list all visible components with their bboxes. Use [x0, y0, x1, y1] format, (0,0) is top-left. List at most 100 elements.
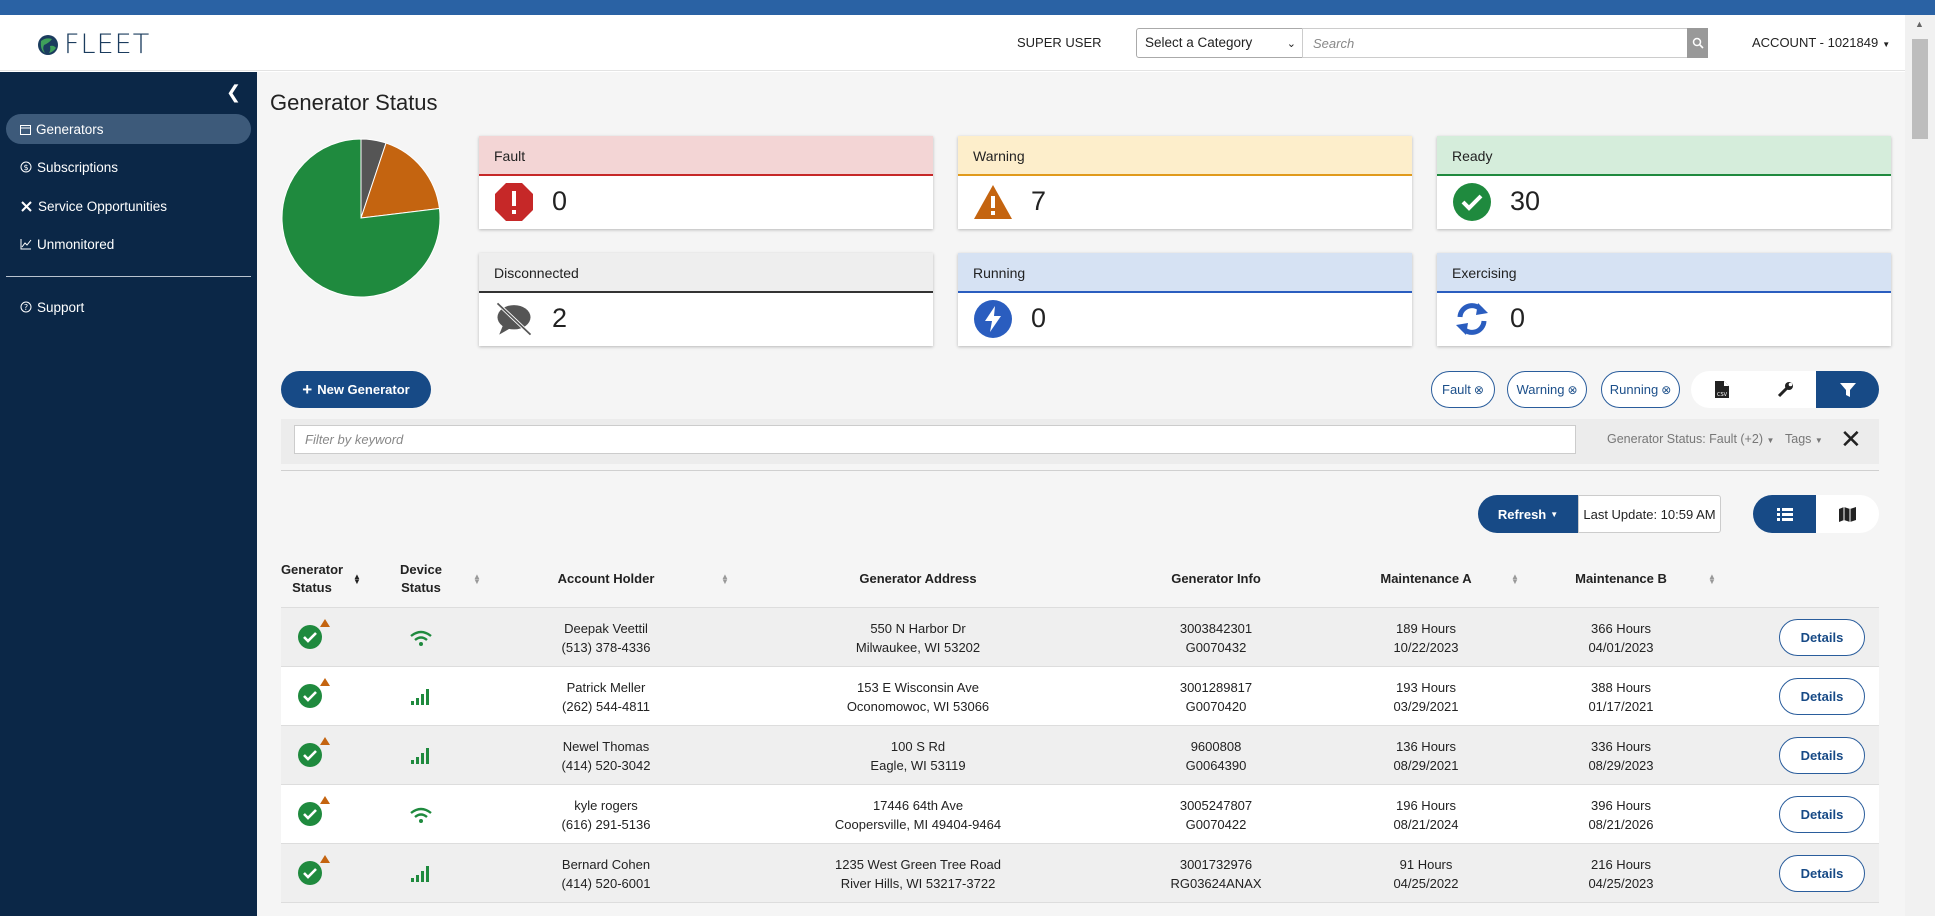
column-header-maintenance-a[interactable]: Maintenance A: [1371, 549, 1481, 608]
status-card-running[interactable]: Running 0: [958, 253, 1412, 346]
generator-status-indicator: [298, 855, 330, 888]
maintenance-b-hours: 336 Hours: [1591, 738, 1651, 754]
page-scrollbar[interactable]: ▲: [1905, 15, 1935, 916]
sidebar-item-subscriptions[interactable]: $ Subscriptions: [6, 152, 251, 182]
close-circle-icon[interactable]: ⊗: [1474, 383, 1484, 397]
category-select[interactable]: Select a Category ⌄: [1136, 28, 1303, 58]
address-line2: Oconomowoc, WI 53066: [846, 698, 990, 714]
filter-chip-warning[interactable]: Warning ⊗: [1507, 371, 1587, 408]
filter-chip-fault[interactable]: Fault ⊗: [1431, 371, 1495, 408]
sort-asc-icon[interactable]: ▲ ▼: [353, 573, 361, 586]
status-card-fault[interactable]: Fault 0: [479, 136, 933, 229]
sync-arrows-icon: [1452, 299, 1492, 339]
status-card-warning[interactable]: Warning 7: [958, 136, 1412, 229]
sort-icon[interactable]: ▲ ▼: [1708, 573, 1716, 586]
list-view-button[interactable]: [1753, 495, 1816, 533]
sort-icon[interactable]: ▲ ▼: [721, 573, 729, 586]
holder-name: kyle rogers: [574, 797, 638, 813]
export-csv-button[interactable]: CSV: [1691, 371, 1754, 408]
wrench-button[interactable]: [1754, 371, 1817, 408]
maintenance-b-hours: 216 Hours: [1591, 856, 1651, 872]
csv-file-icon: CSV: [1715, 381, 1730, 398]
search-icon: [1692, 37, 1704, 49]
generator-serial: 3005247807: [1179, 797, 1253, 813]
sort-icon[interactable]: ▲ ▼: [1511, 573, 1519, 586]
table-row: Deepak Veettil (513) 378-4336 550 N Harbor…: [281, 608, 1879, 667]
sidebar: ❮ Generators $ Subscriptions Service Opp…: [0, 72, 257, 916]
last-update-text: Last Update: 10:59 AM: [1578, 495, 1721, 533]
refresh-button[interactable]: Refresh ▼: [1478, 495, 1578, 533]
divider: [281, 470, 1879, 471]
caret-down-icon: ▼: [1550, 509, 1559, 519]
map-view-button[interactable]: [1816, 495, 1879, 533]
search-button[interactable]: [1687, 28, 1708, 58]
card-value: 2: [552, 303, 568, 333]
table-header: Generator Status ▲ ▼ Device Status ▲ ▼ Acc…: [281, 549, 1879, 608]
details-button[interactable]: Details: [1779, 678, 1865, 715]
keyword-filter-input[interactable]: Filter by keyword: [294, 425, 1576, 454]
svg-text:$: $: [23, 163, 28, 172]
account-menu[interactable]: ACCOUNT - 1021849 ▼: [1752, 35, 1890, 50]
details-button[interactable]: Details: [1779, 619, 1865, 656]
sidebar-item-generators[interactable]: Generators: [6, 114, 251, 144]
table-row: Bernard Cohen (414) 520-6001 1235 West Gre…: [281, 844, 1879, 903]
list-icon: [1776, 507, 1793, 521]
maintenance-b-date: 08/29/2023: [1588, 757, 1654, 773]
address-line2: Coopersville, MI 49404-9464: [834, 816, 1002, 832]
device-status-cell: [379, 608, 463, 667]
status-card-disconnected[interactable]: Disconnected 2: [479, 253, 933, 346]
details-button[interactable]: Details: [1779, 855, 1865, 892]
sidebar-item-label: Unmonitored: [37, 236, 115, 252]
header-label: Generator: [280, 561, 344, 577]
details-button[interactable]: Details: [1779, 737, 1865, 774]
chip-label: Warning: [1516, 382, 1565, 397]
card-title: Running: [958, 253, 1412, 293]
sort-icon[interactable]: ▲ ▼: [473, 573, 481, 586]
filter-toggle-button[interactable]: [1816, 371, 1879, 408]
generator-serial: 3001732976: [1179, 856, 1253, 872]
sidebar-item-support[interactable]: ? Support: [6, 292, 251, 322]
generator-status-filter-dropdown[interactable]: Generator Status: Fault (+2) ▼: [1607, 432, 1774, 446]
filter-bar: Filter by keyword Generator Status: Faul…: [281, 419, 1879, 464]
maintenance-a-hours: 193 Hours: [1396, 679, 1456, 695]
close-circle-icon[interactable]: ⊗: [1661, 383, 1671, 397]
sidebar-item-service-opportunities[interactable]: Service Opportunities: [6, 191, 251, 221]
status-card-exercising[interactable]: Exercising 0: [1437, 253, 1891, 346]
close-circle-icon[interactable]: ⊗: [1567, 383, 1577, 397]
maintenance-a-date: 08/29/2021: [1393, 757, 1459, 773]
column-header-maintenance-b[interactable]: Maintenance B: [1566, 549, 1676, 608]
tags-filter-dropdown[interactable]: Tags ▼: [1785, 432, 1823, 446]
sidebar-item-label: Service Opportunities: [38, 198, 168, 214]
status-card-ready[interactable]: Ready 30: [1437, 136, 1891, 229]
cellular-signal-icon: [411, 747, 429, 764]
scrollbar-thumb[interactable]: [1912, 39, 1928, 139]
sidebar-item-unmonitored[interactable]: Unmonitored: [6, 229, 251, 259]
scroll-up-arrow[interactable]: ▲: [1915, 19, 1924, 29]
column-header-device-status[interactable]: Device Status: [379, 549, 463, 608]
new-generator-button[interactable]: + New Generator: [281, 371, 431, 408]
tags-filter-label: Tags: [1785, 432, 1812, 446]
column-header-account-holder[interactable]: Account Holder: [551, 549, 661, 608]
comment-slash-icon: [494, 299, 534, 339]
account-holder-cell: Bernard Cohen (414) 520-6001: [516, 844, 696, 903]
maintenance-a-hours: 91 Hours: [1399, 856, 1453, 872]
close-filter-icon[interactable]: ✕: [1840, 424, 1862, 455]
card-title: Exercising: [1437, 253, 1891, 293]
fleet-logo[interactable]: FLEET: [36, 29, 150, 60]
column-header-generator-status[interactable]: Generator Status: [281, 549, 343, 608]
cellular-signal-icon: [411, 865, 429, 882]
collapse-sidebar-icon[interactable]: ❮: [226, 82, 241, 103]
card-value: 30: [1510, 186, 1541, 216]
filter-chip-running[interactable]: Running ⊗: [1601, 371, 1680, 408]
table-row: Patrick Meller (262) 544-4811 153 E Wiscon…: [281, 667, 1879, 726]
maintenance-b-cell: 396 Hours 08/21/2026: [1571, 785, 1671, 844]
generator-info-cell: 3003842301 G0070432: [1156, 608, 1276, 667]
card-title: Warning: [958, 136, 1412, 176]
maintenance-a-cell: 196 Hours 08/21/2024: [1376, 785, 1476, 844]
details-button[interactable]: Details: [1779, 796, 1865, 833]
maintenance-a-date: 10/22/2023: [1393, 639, 1459, 655]
card-title: Ready: [1437, 136, 1891, 176]
warning-badge-icon: [320, 737, 330, 745]
chip-label: Fault: [1442, 382, 1471, 397]
search-input[interactable]: Search: [1302, 28, 1688, 58]
